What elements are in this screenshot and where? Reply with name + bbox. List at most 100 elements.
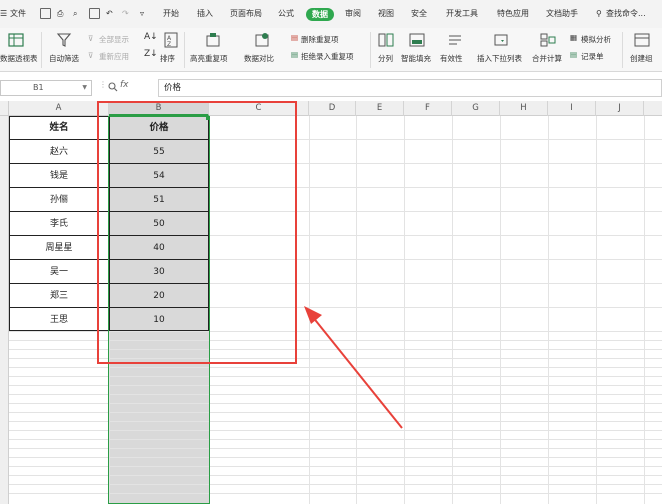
consolidate-button[interactable]: 合并计算 [532,53,562,64]
name-box-value: B1 [33,83,44,92]
remove-duplicates-icon: ▤ [291,33,299,42]
highlight-duplicates-button[interactable]: 高亮重复项 [190,53,228,64]
column-header-j[interactable]: J [596,101,644,116]
gridline [9,457,662,458]
data-compare-button[interactable]: 数据对比 [244,53,274,64]
reapply-button[interactable]: 重新应用 [99,51,129,62]
column-header-e[interactable]: E [356,101,404,116]
create-group-icon [634,33,650,47]
consolidate-icon [540,33,556,47]
tab-security[interactable]: 安全 [411,0,427,28]
column-header-i[interactable]: I [548,101,596,116]
annotation-red-box [97,101,297,364]
tab-view[interactable]: 视图 [378,0,394,28]
reject-duplicates-button[interactable]: 拒绝录入重复项 [301,51,354,62]
annotation-arrow-icon [304,306,403,429]
table-cell-name[interactable]: 郑三 [9,284,109,308]
gridline [548,116,549,504]
tab-page-layout[interactable]: 页面布局 [230,0,262,28]
name-box[interactable]: B1 ▼ [0,80,92,96]
highlight-duplicates-icon [206,33,220,47]
validity-icon [449,35,461,45]
tab-insert[interactable]: 插入 [197,0,213,28]
redo-icon[interactable]: ↷ [122,0,129,28]
gridline [9,439,662,440]
data-compare-icon [255,33,269,47]
vertical-dots-icon: ⋮ [99,80,107,89]
sort-ascending-icon[interactable]: A↓ [144,32,158,42]
insert-dropdown-button[interactable]: 插入下拉列表 [477,53,522,64]
ribbon-separator [622,32,623,68]
header-cell-name[interactable]: 姓名 [9,116,109,140]
search-icon: ⚲ [596,9,602,18]
tab-review[interactable]: 审阅 [345,0,361,28]
command-search[interactable]: 查找命令... [606,0,646,28]
table-cell-name[interactable]: 王思 [9,308,109,332]
gridline [9,466,662,467]
chevron-down-icon[interactable]: ▼ [82,81,87,95]
table-cell-name[interactable]: 李氏 [9,212,109,236]
undo-icon[interactable]: ↶ [106,0,113,28]
column-header-d[interactable]: D [309,101,356,116]
table-cell-name[interactable]: 周星星 [9,236,109,260]
column-header-f[interactable]: F [404,101,452,116]
tab-formula[interactable]: 公式 [278,0,294,28]
table-cell-name[interactable]: 孙俪 [9,188,109,212]
quick-access-dropdown-icon[interactable]: ▿ [140,0,144,28]
print-icon[interactable]: ⎙ [57,0,63,28]
what-if-icon: ▦ [570,33,578,42]
preview-icon[interactable]: ⌕ [73,0,77,28]
remove-duplicates-button[interactable]: 删除重复项 [301,34,339,45]
create-group-button[interactable]: 创建组 [630,53,653,64]
column-header-a[interactable]: A [9,101,109,116]
gridline [644,116,645,504]
tab-data[interactable]: 数据 [306,8,334,21]
table-cell-name[interactable]: 赵六 [9,140,109,164]
reapply-icon: ⊽ [88,51,94,60]
tab-special-apps[interactable]: 特色应用 [497,0,529,28]
row-headers[interactable] [0,116,9,504]
zoom-search-icon[interactable] [108,82,118,92]
gridline [596,116,597,504]
table-cell-name[interactable]: 钱是 [9,164,109,188]
filter-icon [56,33,72,47]
validity-button[interactable]: 有效性 [440,53,463,64]
smart-fill-button[interactable]: 智能填充 [401,53,431,64]
ribbon-separator [370,32,371,68]
show-all-button[interactable]: 全部显示 [99,34,129,45]
gridline [500,116,501,504]
table-cell-name[interactable]: 吴一 [9,260,109,284]
pivot-table-icon [8,33,24,47]
sort-descending-icon[interactable]: Z↓ [144,49,158,59]
menu-bar: ☰ 文件 ⎙ ⌕ ↶ ↷ ▿ 开始 插入 页面布局 公式 数据 审阅 视图 安全… [0,0,662,28]
split-column-button[interactable]: 分列 [378,53,393,64]
autofilter-button[interactable]: 自动筛选 [49,53,79,64]
formula-bar: B1 ▼ ⋮ fx 价格 [0,77,662,99]
column-header-h[interactable]: H [500,101,548,116]
insert-dropdown-icon [494,34,508,46]
what-if-analysis-button[interactable]: 模拟分析 [581,34,611,45]
export-icon[interactable] [89,8,100,19]
gridline [9,448,662,449]
fx-icon[interactable]: fx [120,80,129,90]
svg-text:Z: Z [167,41,171,48]
menu-file[interactable]: 文件 [10,0,26,28]
filter-small-icon: ⊽ [88,34,94,43]
gridline [9,475,662,476]
record-form-icon: ▤ [570,50,578,59]
sort-button[interactable]: 排序 [160,53,175,64]
smart-fill-icon [409,33,425,47]
record-form-button[interactable]: 记录单 [581,51,604,62]
gridline [9,493,662,494]
tab-developer[interactable]: 开发工具 [446,0,478,28]
pivot-table-button[interactable]: 数据透视表 [0,53,38,64]
tab-doc-assistant[interactable]: 文档助手 [546,0,578,28]
column-header-g[interactable]: G [452,101,500,116]
formula-input[interactable]: 价格 [158,79,662,97]
ribbon-toolbar: 数据透视表 自动筛选 ⊽ 全部显示 ⊽ 重新应用 A↓ Z↓ A Z 排序 高亮… [0,28,662,72]
sort-icon: A Z [164,32,178,48]
save-icon[interactable] [40,8,51,19]
tab-home[interactable]: 开始 [163,0,179,28]
menu-icon[interactable]: ☰ [0,0,7,28]
select-all-corner[interactable] [0,101,9,116]
